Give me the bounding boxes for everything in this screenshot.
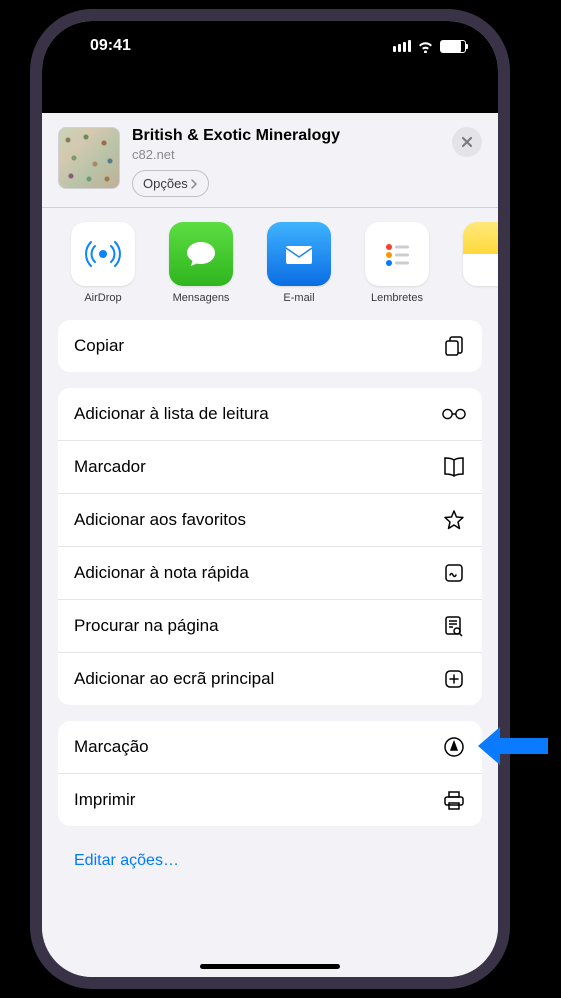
close-icon — [460, 135, 474, 149]
action-label: Adicionar aos favoritos — [74, 510, 246, 530]
action-label: Imprimir — [74, 790, 135, 810]
callout-arrow-icon — [478, 725, 548, 767]
action-label: Adicionar à lista de leitura — [74, 404, 269, 424]
cellular-signal-icon — [393, 40, 411, 52]
sheet-header: British & Exotic Mineralogy c82.net Opçõ… — [42, 113, 498, 208]
phone-screen: 09:41 British & Exotic Mineralogy c82.ne… — [42, 21, 498, 977]
chevron-right-icon — [190, 179, 198, 189]
page-title: British & Exotic Mineralogy — [132, 127, 440, 145]
app-label: E-mail — [283, 292, 314, 304]
action-label: Marcador — [74, 457, 146, 477]
share-app-messages[interactable]: Mensagens — [156, 222, 246, 304]
share-app-reminders[interactable]: Lembretes — [352, 222, 442, 304]
messages-icon — [169, 222, 233, 286]
status-indicators — [393, 40, 466, 53]
action-bookmark[interactable]: Marcador — [58, 441, 482, 494]
share-app-airdrop[interactable]: AirDrop — [58, 222, 148, 304]
app-label: Mensagens — [173, 292, 230, 304]
options-button[interactable]: Opções — [132, 170, 209, 197]
battery-icon — [440, 40, 466, 53]
wifi-icon — [417, 40, 434, 53]
action-add-home-screen[interactable]: Adicionar ao ecrã principal — [58, 653, 482, 705]
dynamic-island — [210, 23, 330, 55]
action-find-on-page[interactable]: Procurar na página — [58, 600, 482, 653]
action-copy[interactable]: Copiar — [58, 320, 482, 372]
edit-actions-link[interactable]: Editar ações… — [42, 842, 498, 880]
app-label: Lembretes — [371, 292, 423, 304]
reminders-icon — [365, 222, 429, 286]
share-app-mail[interactable]: E-mail — [254, 222, 344, 304]
page-url: c82.net — [132, 147, 440, 162]
action-markup[interactable]: Marcação — [58, 721, 482, 774]
airdrop-icon — [71, 222, 135, 286]
header-info: British & Exotic Mineralogy c82.net Opçõ… — [132, 127, 440, 197]
phone-frame: 09:41 British & Exotic Mineralogy c82.ne… — [30, 9, 510, 989]
page-thumbnail — [58, 127, 120, 189]
action-section-copy: Copiar — [58, 320, 482, 372]
action-label: Adicionar ao ecrã principal — [74, 669, 274, 689]
markup-icon — [442, 735, 466, 759]
action-section-extra: Marcação Imprimir — [58, 721, 482, 826]
action-quick-note[interactable]: Adicionar à nota rápida — [58, 547, 482, 600]
notes-icon — [463, 222, 498, 286]
status-time: 09:41 — [74, 37, 131, 55]
app-label: AirDrop — [84, 292, 121, 304]
app-share-row[interactable]: AirDrop Mensagens E-mail — [42, 208, 498, 320]
findpage-icon — [442, 614, 466, 638]
home-indicator[interactable] — [200, 964, 340, 969]
action-reading-list[interactable]: Adicionar à lista de leitura — [58, 388, 482, 441]
share-app-notes[interactable] — [450, 222, 498, 304]
close-button[interactable] — [452, 127, 482, 157]
print-icon — [442, 788, 466, 812]
glasses-icon — [442, 402, 466, 426]
share-sheet: British & Exotic Mineralogy c82.net Opçõ… — [42, 113, 498, 977]
copy-icon — [442, 334, 466, 358]
action-print[interactable]: Imprimir — [58, 774, 482, 826]
action-favorites[interactable]: Adicionar aos favoritos — [58, 494, 482, 547]
addhome-icon — [442, 667, 466, 691]
action-label: Copiar — [74, 336, 124, 356]
action-section-main: Adicionar à lista de leitura Marcador Ad… — [58, 388, 482, 705]
quicknote-icon — [442, 561, 466, 585]
action-label: Procurar na página — [74, 616, 219, 636]
book-icon — [442, 455, 466, 479]
star-icon — [442, 508, 466, 532]
action-label: Marcação — [74, 737, 149, 757]
mail-icon — [267, 222, 331, 286]
action-label: Adicionar à nota rápida — [74, 563, 249, 583]
background-strip — [42, 71, 498, 113]
options-label: Opções — [143, 176, 188, 191]
